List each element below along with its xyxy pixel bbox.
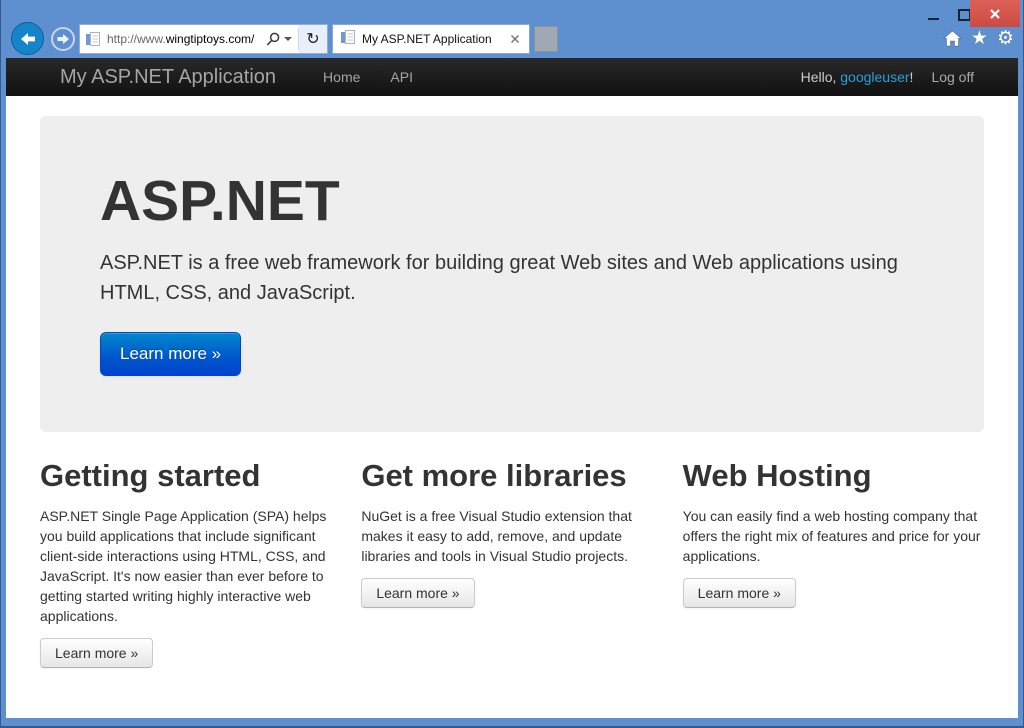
minimize-icon (928, 18, 939, 20)
settings-button[interactable]: ⚙ (997, 27, 1014, 49)
hero-lead: ASP.NET is a free web framework for buil… (100, 248, 905, 308)
site-navbar: My ASP.NET Application Home API Hello, g… (6, 58, 1018, 96)
column-get-more-libraries: Get more libraries NuGet is a free Visua… (361, 432, 662, 668)
column-text: ASP.NET Single Page Application (SPA) he… (40, 506, 341, 626)
browser-window: http://www.wingtiptoys.com/ ↻ (0, 0, 1024, 728)
search-icon (266, 32, 280, 46)
page-content: My ASP.NET Application Home API Hello, g… (6, 58, 1018, 718)
username-link[interactable]: googleuser (840, 69, 909, 85)
hero-learn-more-button[interactable]: Learn more » (100, 332, 241, 376)
column-getting-started: Getting started ASP.NET Single Page Appl… (40, 432, 341, 668)
column-text: You can easily find a web hosting compan… (683, 506, 984, 566)
column-heading: Getting started (40, 458, 341, 494)
browser-tab[interactable]: My ASP.NET Application (332, 24, 530, 54)
forward-button[interactable] (51, 27, 75, 51)
gear-icon: ⚙ (997, 27, 1014, 49)
column-web-hosting: Web Hosting You can easily find a web ho… (683, 432, 984, 668)
getting-started-learn-more-button[interactable]: Learn more » (40, 638, 153, 668)
tab-close-icon (510, 34, 520, 44)
url-text: http://www.wingtiptoys.com/ (101, 32, 260, 46)
refresh-button[interactable]: ↻ (299, 25, 327, 53)
navbar-brand[interactable]: My ASP.NET Application (40, 66, 296, 89)
tab-title: My ASP.NET Application (362, 32, 502, 46)
forward-icon (55, 31, 71, 47)
hosting-learn-more-button[interactable]: Learn more » (683, 578, 796, 608)
home-icon (943, 30, 962, 47)
main-container: ASP.NET ASP.NET is a free web framework … (40, 116, 984, 668)
greeting-suffix: ! (910, 69, 914, 85)
greeting-prefix: Hello, (801, 69, 841, 85)
nav-link-home[interactable]: Home (308, 69, 375, 85)
hero-title: ASP.NET (100, 170, 924, 234)
column-heading: Web Hosting (683, 458, 984, 494)
greeting-text: Hello, googleuser! (801, 69, 914, 85)
minimize-button[interactable] (922, 6, 944, 22)
tab-page-icon (340, 29, 356, 50)
new-tab-button[interactable] (534, 26, 558, 52)
feature-columns: Getting started ASP.NET Single Page Appl… (40, 432, 984, 668)
column-text: NuGet is a free Visual Studio extension … (361, 506, 662, 566)
tab-close-button[interactable] (508, 32, 522, 46)
close-icon (989, 8, 1001, 20)
back-icon (18, 29, 38, 49)
address-bar[interactable]: http://www.wingtiptoys.com/ ↻ (79, 24, 328, 54)
close-button[interactable] (970, 0, 1020, 27)
search-dropdown-icon (284, 37, 292, 41)
nav-link-api[interactable]: API (375, 69, 428, 85)
logoff-link[interactable]: Log off (931, 69, 974, 85)
search-button[interactable] (260, 25, 298, 53)
libraries-learn-more-button[interactable]: Learn more » (361, 578, 474, 608)
favorites-button[interactable]: ★ (971, 27, 988, 49)
quick-icons: ★ ⚙ (943, 27, 1014, 49)
refresh-icon: ↻ (306, 29, 319, 48)
star-icon: ★ (971, 27, 988, 49)
home-button[interactable] (943, 30, 962, 47)
url-prefix: http://www. (107, 32, 166, 46)
page-icon (85, 31, 101, 47)
titlebar[interactable]: http://www.wingtiptoys.com/ ↻ (0, 0, 1024, 58)
hero-unit: ASP.NET ASP.NET is a free web framework … (40, 116, 984, 432)
url-host: wingtiptoys.com/ (166, 32, 255, 46)
column-heading: Get more libraries (361, 458, 662, 494)
back-button[interactable] (11, 22, 44, 55)
